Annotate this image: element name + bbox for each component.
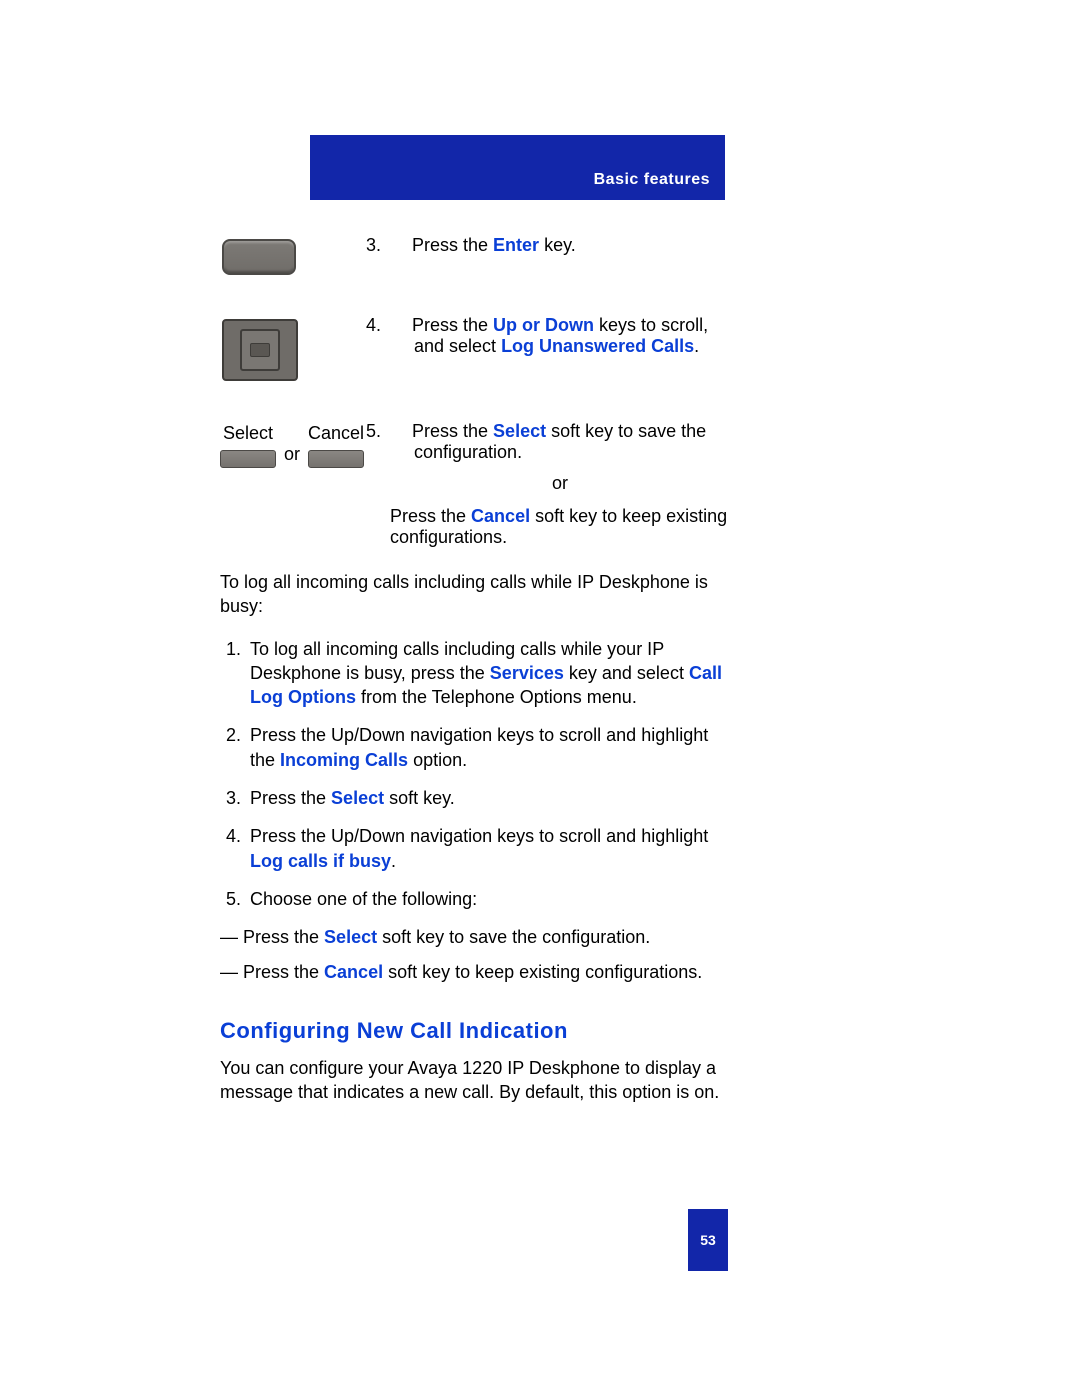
softkey-cancel-label: Cancel [308,423,364,444]
step-3-text: 3.Press the Enter key. [390,235,730,256]
keyword-updown: Up or Down [493,315,594,335]
softkey-select-icon [220,450,276,468]
intro-paragraph: To log all incoming calls including call… [220,570,730,619]
steps-list: To log all incoming calls including call… [220,637,730,912]
header-section-label: Basic features [594,171,710,189]
step-row-4: 4.Press the Up or Down keys to scroll, a… [220,315,730,381]
dash-item: — Press the Select soft key to save the … [220,925,730,949]
document-page: Basic features 3.Press the Enter key. 4.… [0,0,1080,1397]
softkey-or: or [284,426,300,465]
keyword-cancel: Cancel [471,506,530,526]
softkey-cancel-col: Cancel [308,423,364,468]
graphic-nav-key [220,315,390,381]
list-item: Press the Select soft key. [246,786,730,810]
step-number: 3. [390,235,412,256]
softkey-select-label: Select [223,423,273,444]
page-number: 53 [688,1209,728,1271]
keyword-log-unanswered: Log Unanswered Calls [501,336,694,356]
dash-item: — Press the Cancel soft key to keep exis… [220,960,730,984]
header-band: Basic features [310,135,725,200]
list-item: Press the Up/Down navigation keys to scr… [246,723,730,772]
softkey-select-col: Select [220,423,276,468]
keyword-select: Select [493,421,546,441]
keyword-log-calls-if-busy: Log calls if busy [250,851,391,871]
softkey-cancel-icon [308,450,364,468]
keyword-services: Services [490,663,564,683]
list-item: To log all incoming calls including call… [246,637,730,710]
list-item: Choose one of the following: [246,887,730,911]
step-row-5: Select or Cancel 5.Press the Select soft… [220,421,730,548]
step-4-text: 4.Press the Up or Down keys to scroll, a… [390,315,730,357]
keyword-cancel: Cancel [324,962,383,982]
section-body: You can configure your Avaya 1220 IP Des… [220,1056,730,1105]
nav-key-icon [222,319,298,381]
keyword-select: Select [324,927,377,947]
section-heading: Configuring New Call Indication [220,1018,730,1044]
graphic-softkeys: Select or Cancel [220,421,390,468]
keyword-incoming-calls: Incoming Calls [280,750,408,770]
keyword-enter: Enter [493,235,539,255]
step-number: 4. [390,315,412,336]
step-5-or: or [390,473,730,494]
step-number: 5. [390,421,412,442]
softkey-row: Select or Cancel [220,423,390,468]
step-5-text: 5.Press the Select soft key to save the … [390,421,730,548]
list-item: Press the Up/Down navigation keys to scr… [246,824,730,873]
page-content: 3.Press the Enter key. 4.Press the Up or… [220,235,730,1122]
step-5-alt: Press the Cancel soft key to keep existi… [390,506,730,548]
step-row-3: 3.Press the Enter key. [220,235,730,275]
graphic-enter-key [220,235,390,275]
keyword-select: Select [331,788,384,808]
enter-key-icon [222,239,296,275]
